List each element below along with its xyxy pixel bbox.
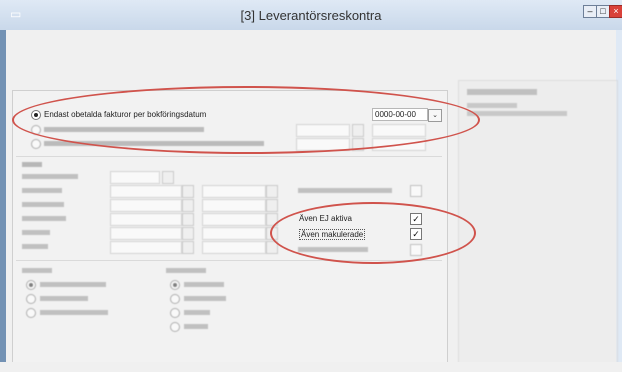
maximize-button[interactable]: □ — [596, 5, 610, 18]
title-bar: ▭ [3] Leverantörsreskontra – □ × — [0, 0, 622, 31]
highlight-oval-checkboxes — [270, 202, 476, 264]
highlight-oval-date — [12, 86, 480, 154]
minimize-button[interactable]: – — [583, 5, 597, 18]
window-frame-bottom — [0, 362, 622, 372]
window-title: [3] Leverantörsreskontra — [240, 8, 382, 23]
section-divider — [16, 156, 442, 157]
main-content: Endast obetalda fakturor per bokföringsd… — [6, 30, 618, 364]
report-panel — [458, 80, 618, 364]
application-window: ▭ [3] Leverantörsreskontra – □ × Endast … — [0, 0, 622, 372]
close-button[interactable]: × — [609, 5, 622, 18]
